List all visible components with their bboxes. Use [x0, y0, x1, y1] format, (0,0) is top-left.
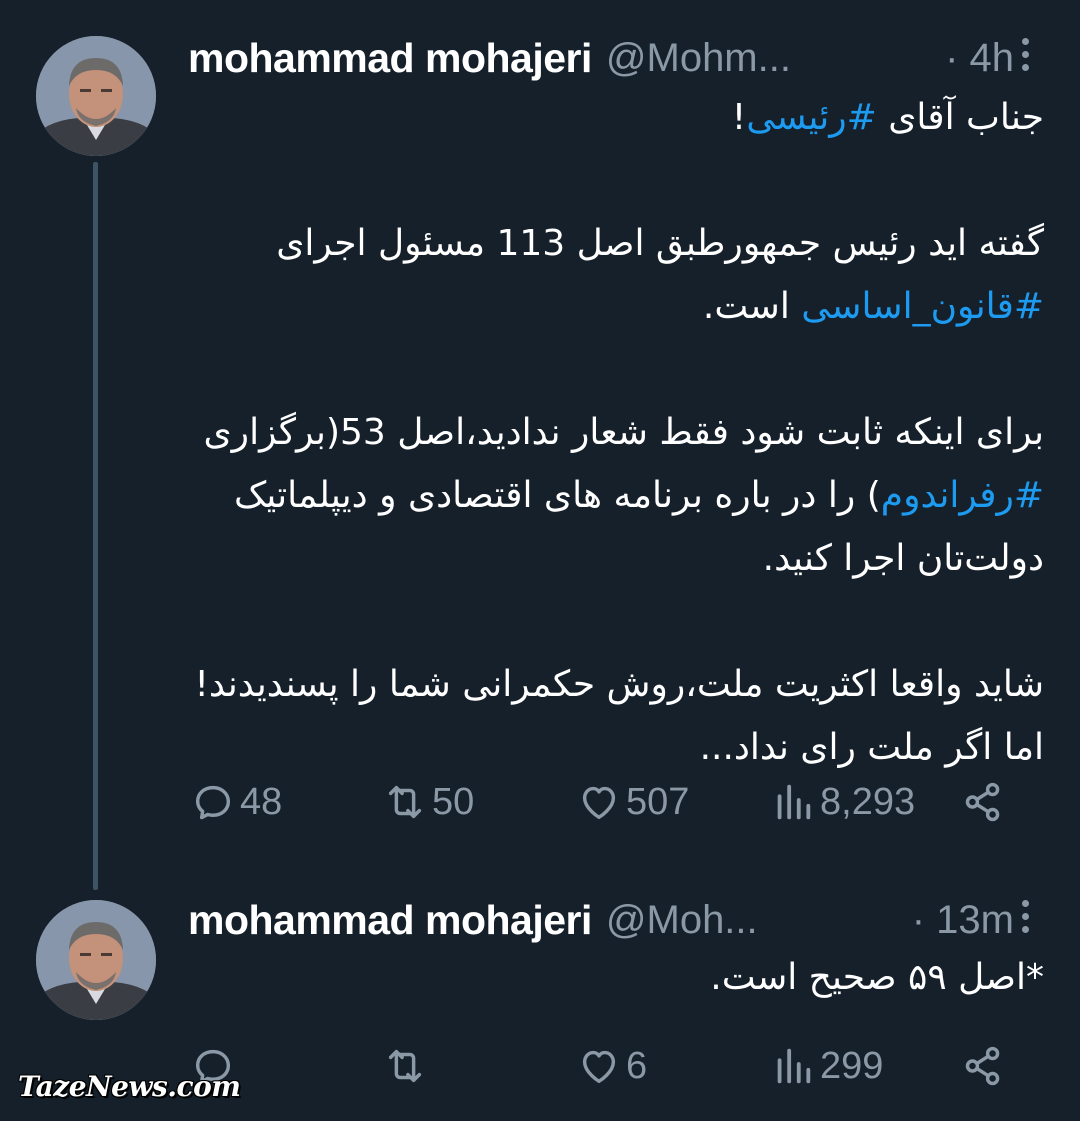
views-button[interactable]: 299 [770, 1036, 883, 1096]
retweet-icon [388, 1049, 422, 1083]
avatar[interactable] [36, 36, 156, 156]
tweet-paragraph: جناب آقای #رئیسی! [188, 86, 1044, 149]
tweet-paragraph: گفته اید رئیس جمهورطبق اصل 113 مسئول اجر… [188, 212, 1044, 338]
views-count: 299 [820, 1044, 884, 1087]
like-icon [582, 1050, 616, 1084]
text-segment: ! [731, 97, 747, 138]
author-handle[interactable]: @Moh... [606, 898, 758, 943]
timestamp[interactable]: · 13m [912, 898, 1014, 943]
share-icon [965, 782, 1000, 822]
retweet-button[interactable]: 50 [382, 772, 474, 832]
author-handle[interactable]: @Mohm... [606, 36, 791, 81]
tweet-actions: 48 50 507 8,293 [190, 772, 1010, 832]
hashtag-link[interactable]: #رئیسی [746, 97, 877, 138]
tweet-paragraph: شاید واقعا اکثریت ملت،روش حکمرانی شما را… [188, 653, 1044, 779]
retweet-button[interactable] [382, 1036, 432, 1096]
tweet-text: *اصل ۵۹ صحیح است. [188, 946, 1044, 1009]
text-segment: گفته اید رئیس جمهورطبق اصل 113 مسئول اجر… [276, 223, 1044, 264]
like-count: 507 [626, 780, 690, 823]
thread-line [93, 162, 98, 890]
share-icon [965, 1046, 1000, 1086]
tweet-header: mohammad mohajeri @Moh... · 13m [188, 894, 1030, 946]
retweet-count: 50 [432, 780, 475, 823]
watermark: TazeNews.com [18, 1070, 241, 1103]
avatar-image [36, 36, 156, 156]
like-icon [582, 786, 616, 820]
tweet-paragraph: *اصل ۵۹ صحیح است. [188, 946, 1044, 1009]
text-segment: جناب آقای [876, 97, 1044, 138]
text-segment: شاید واقعا اکثریت ملت،روش حکمرانی شما را… [194, 664, 1044, 768]
more-icon[interactable] [1020, 38, 1030, 71]
share-button[interactable] [960, 1036, 1006, 1096]
retweet-icon [388, 785, 422, 819]
reply-button[interactable]: 48 [190, 772, 282, 832]
text-segment: است. [702, 286, 802, 327]
views-count: 8,293 [820, 780, 916, 823]
more-icon[interactable] [1020, 900, 1030, 933]
like-button[interactable]: 6 [576, 1036, 647, 1096]
reply-icon [195, 785, 231, 820]
reply-count: 48 [240, 780, 283, 823]
hashtag-link[interactable]: #رفراندوم [881, 475, 1044, 516]
views-icon [777, 1048, 811, 1084]
tweet-header: mohammad mohajeri @Mohm... · 4h [188, 32, 1030, 84]
author-name[interactable]: mohammad mohajeri [188, 897, 592, 944]
avatar[interactable] [36, 900, 156, 1020]
share-button[interactable] [960, 772, 1006, 832]
hashtag-link[interactable]: #قانون_اساسی [801, 286, 1044, 327]
like-count: 6 [626, 1044, 648, 1087]
tweet[interactable]: mohammad mohajeri @Mohm... · 4h جناب آقا… [0, 0, 1080, 890]
avatar-image [36, 900, 156, 1020]
tweet-paragraph: برای اینکه ثابت شود فقط شعار ندادید،اصل … [188, 401, 1045, 590]
views-button[interactable]: 8,293 [770, 772, 915, 832]
text-segment: *اصل ۵۹ صحیح است. [710, 957, 1044, 998]
tweet-text: جناب آقای #رئیسی! گفته اید رئیس جمهورطبق… [188, 86, 1044, 779]
like-button[interactable]: 507 [576, 772, 689, 832]
views-icon [777, 784, 811, 820]
text-segment: برای اینکه ثابت شود فقط شعار ندادید،اصل … [203, 412, 1045, 453]
author-name[interactable]: mohammad mohajeri [188, 35, 592, 82]
tweet-actions: 6 299 [190, 1036, 1010, 1096]
timestamp[interactable]: · 4h [945, 36, 1014, 81]
